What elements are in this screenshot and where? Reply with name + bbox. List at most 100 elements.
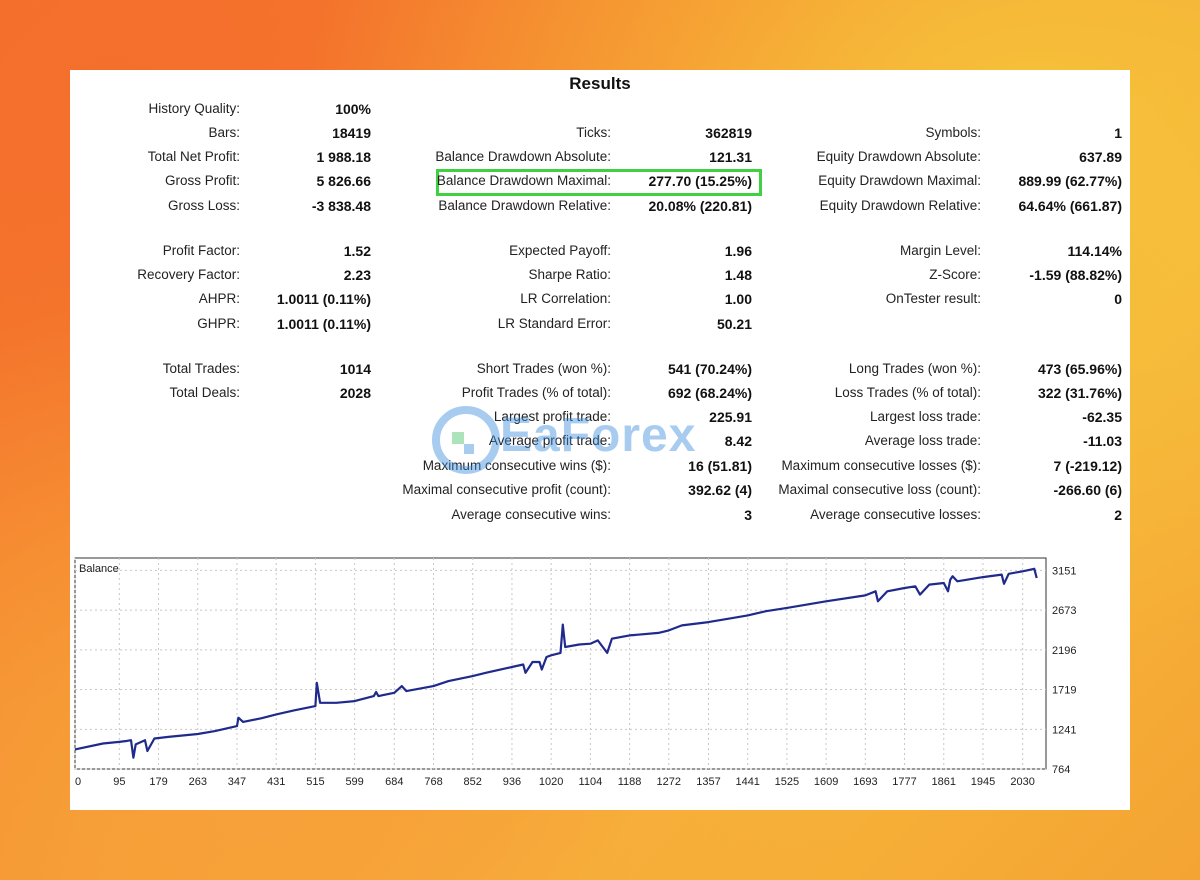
col3-label-13: Average consecutive losses: — [810, 507, 981, 522]
col2-value-14: 3 — [744, 507, 752, 523]
col3-value-9: -62.35 — [1082, 409, 1122, 425]
col1-value-10: 2028 — [339, 385, 371, 401]
col1-value-9: 1014 — [339, 361, 371, 377]
col3-value-3: 64.64% (661.87) — [1018, 198, 1122, 214]
results-panel: Results History Quality: 100% Bars: 18419 To… — [70, 70, 1130, 810]
col1-label-0: History Quality: — [148, 101, 240, 116]
col1-label-1: Bars: — [208, 125, 240, 140]
col1-value-3: 5 826.66 — [316, 173, 372, 189]
col1-value-4: -3 838.48 — [311, 198, 371, 214]
col1-label-8: GHPR: — [197, 316, 240, 331]
col2-label-2: Balance Drawdown Maximal: — [436, 173, 611, 188]
col3-value-5: -1.59 (88.82%) — [1029, 267, 1122, 283]
col1-label-6: Recovery Factor: — [137, 267, 240, 282]
col3-value-10: -11.03 — [1083, 433, 1122, 449]
col3-label-12: Maximal consecutive loss (count): — [778, 482, 981, 497]
chart-x-tick-22: 1861 — [932, 776, 956, 788]
col2-value-12: 16 (51.81) — [688, 458, 752, 474]
col2-label-1: Balance Drawdown Absolute: — [435, 149, 611, 164]
chart-x-tick-8: 684 — [385, 776, 403, 788]
col2-label-14: Average consecutive wins: — [451, 507, 611, 522]
chart-x-tick-6: 515 — [306, 776, 324, 788]
col3-label-8: Loss Trades (% of total): — [834, 385, 981, 400]
chart-x-tick-4: 347 — [228, 776, 246, 788]
col3-label-5: Z-Score: — [929, 267, 981, 282]
col1-label-10: Total Deals: — [169, 385, 240, 400]
chart-x-tick-13: 1104 — [579, 776, 603, 788]
chart-x-tick-14: 1188 — [618, 776, 642, 788]
col3-value-2: 889.99 (62.77%) — [1018, 173, 1122, 189]
chart-x-tick-15: 1272 — [657, 776, 681, 788]
chart-x-tick-11: 936 — [503, 776, 521, 788]
col1-label-5: Profit Factor: — [162, 243, 240, 258]
col2-value-1: 121.31 — [709, 149, 752, 165]
col2-value-9: 692 (68.24%) — [667, 385, 752, 401]
chart-title: Balance — [79, 563, 119, 575]
col3-label-9: Largest loss trade: — [869, 409, 981, 424]
col1-value-1: 18419 — [332, 125, 371, 141]
chart-x-tick-20: 1693 — [853, 776, 877, 788]
col3-label-10: Average loss trade: — [864, 433, 981, 448]
chart-x-tick-7: 599 — [345, 776, 363, 788]
col2-label-10: Largest profit trade: — [493, 409, 611, 424]
col3-value-7: 473 (65.96%) — [1037, 361, 1122, 377]
chart-y-tick-0: 764 — [1052, 764, 1070, 776]
col1-label-3: Gross Profit: — [164, 173, 240, 188]
col2-label-6: LR Correlation: — [520, 291, 611, 306]
col2-value-8: 541 (70.24%) — [667, 361, 752, 377]
col2-value-4: 1.96 — [724, 243, 752, 259]
col1-value-0: 100% — [335, 101, 371, 117]
col3-label-0: Symbols: — [925, 125, 981, 140]
col2-label-8: Short Trades (won %): — [476, 361, 611, 376]
col2-label-0: Ticks: — [576, 125, 611, 140]
col2-value-3: 20.08% (220.81) — [648, 198, 752, 214]
col3-value-11: 7 (-219.12) — [1053, 458, 1122, 474]
chart-y-tick-1: 1241 — [1052, 724, 1076, 736]
chart-x-tick-9: 768 — [424, 776, 442, 788]
col3-label-1: Equity Drawdown Absolute: — [816, 149, 981, 164]
results-title: Results — [569, 74, 631, 93]
col2-label-11: Average profit trade: — [488, 433, 611, 448]
col2-value-5: 1.48 — [724, 267, 752, 283]
col3-value-8: 322 (31.76%) — [1037, 385, 1122, 401]
col3-value-4: 114.14% — [1067, 243, 1123, 259]
col3-label-4: Margin Level: — [899, 243, 981, 258]
col2-value-10: 225.91 — [709, 409, 752, 425]
col2-label-12: Maximum consecutive wins ($): — [422, 458, 611, 473]
col1-value-8: 1.0011 (0.11%) — [276, 316, 371, 332]
chart-y-tick-5: 3151 — [1052, 565, 1076, 577]
col3-label-11: Maximum consecutive losses ($): — [781, 458, 981, 473]
col1-value-6: 2.23 — [343, 267, 371, 283]
col3-label-7: Long Trades (won %): — [848, 361, 981, 376]
col1-label-7: AHPR: — [198, 291, 240, 306]
col3-value-13: 2 — [1114, 507, 1122, 523]
chart-x-tick-10: 852 — [464, 776, 482, 788]
balance-chart: 0 95 179 263 347 431 515 599 684 768 852 936 1020 110… — [74, 557, 1126, 800]
col1-value-7: 1.0011 (0.11%) — [276, 291, 371, 307]
col2-label-9: Profit Trades (% of total): — [461, 385, 611, 400]
col1-label-9: Total Trades: — [162, 361, 240, 376]
chart-x-tick-0: 0 — [75, 776, 81, 788]
chart-x-tick-1: 95 — [113, 776, 125, 788]
col1-label-2: Total Net Profit: — [147, 149, 240, 164]
chart-x-tick-18: 1525 — [775, 776, 799, 788]
col2-value-13: 392.62 (4) — [688, 482, 752, 498]
col2-value-6: 1.00 — [724, 291, 752, 307]
col2-label-13: Maximal consecutive profit (count): — [402, 482, 611, 497]
col3-label-2: Equity Drawdown Maximal: — [818, 173, 981, 188]
chart-x-tick-21: 1777 — [892, 776, 916, 788]
col3-value-0: 1 — [1114, 125, 1122, 141]
chart-x-tick-3: 263 — [189, 776, 207, 788]
col3-value-1: 637.89 — [1079, 149, 1122, 165]
col1-value-5: 1.52 — [343, 243, 371, 259]
chart-x-tick-12: 1020 — [539, 776, 563, 788]
col3-value-12: -266.60 (6) — [1053, 482, 1122, 498]
col2-label-5: Sharpe Ratio: — [528, 267, 611, 282]
chart-y-tick-3: 2196 — [1052, 645, 1076, 657]
chart-x-tick-17: 1441 — [735, 776, 759, 788]
col2-label-7: LR Standard Error: — [497, 316, 611, 331]
col3-label-3: Equity Drawdown Relative: — [819, 198, 981, 213]
chart-x-tick-5: 431 — [267, 776, 285, 788]
chart-x-tick-24: 2030 — [1010, 776, 1034, 788]
chart-x-tick-23: 1945 — [971, 776, 995, 788]
